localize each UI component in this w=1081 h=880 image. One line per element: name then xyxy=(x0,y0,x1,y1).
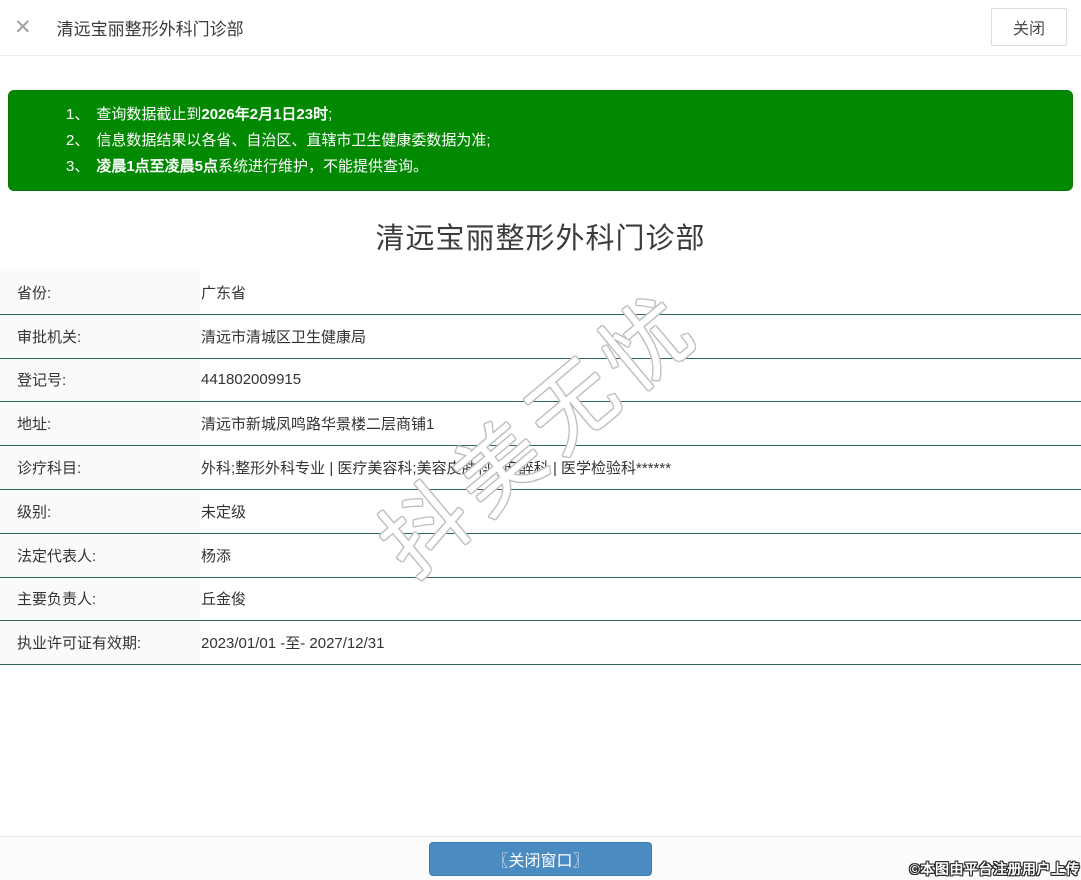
table-row: 审批机关: 清远市清城区卫生健康局 xyxy=(0,314,1081,359)
window-title: 清远宝丽整形外科门诊部 xyxy=(56,20,244,39)
field-label: 诊疗科目: xyxy=(0,446,200,489)
table-row: 主要负责人: 丘金俊 xyxy=(0,577,1081,622)
field-value: 未定级 xyxy=(200,489,1081,533)
field-value: 广东省 xyxy=(200,271,1081,314)
notice-text: 查询数据截止到 xyxy=(96,106,202,123)
field-label: 登记号: xyxy=(0,358,200,402)
close-window-button[interactable]: 〖关闭窗口〗 xyxy=(429,841,652,876)
table-row: 法定代表人: 杨添 xyxy=(0,533,1081,578)
info-table: 省份: 广东省 审批机关: 清远市清城区卫生健康局 登记号: 441802009… xyxy=(0,271,1081,666)
field-value: 杨添 xyxy=(200,533,1081,577)
notice-line-2: 2、 信息数据结果以各省、自治区、直辖市卫生健康委数据为准; xyxy=(66,128,1052,154)
notice-text: ; xyxy=(328,106,333,123)
table-row: 登记号: 441802009915 xyxy=(0,358,1081,403)
close-icon[interactable]: ✕ xyxy=(14,17,32,38)
field-label: 级别: xyxy=(0,489,200,533)
field-value: 丘金俊 xyxy=(200,577,1081,621)
field-value: 外科;整形外科专业 | 医疗美容科;美容皮肤科 | 麻醉科 | 医学检验科***… xyxy=(200,446,1081,489)
field-label: 法定代表人: xyxy=(0,533,200,577)
field-label: 主要负责人: xyxy=(0,577,200,621)
field-value: 清远市新城凤鸣路华景楼二层商铺1 xyxy=(200,402,1081,446)
notice-number: 3、 xyxy=(66,158,90,175)
notice-box: 1、 查询数据截止到2026年2月1日23时; 2、 信息数据结果以各省、自治区、直… xyxy=(8,90,1073,191)
table-row: 省份: 广东省 xyxy=(0,271,1081,315)
table-row: 地址: 清远市新城凤鸣路华景楼二层商铺1 xyxy=(0,402,1081,447)
notice-line-3: 3、 凌晨1点至凌晨5点系统进行维护，不能提供查询。 xyxy=(66,154,1052,180)
top-bar: ✕ 清远宝丽整形外科门诊部 关闭 xyxy=(0,0,1081,56)
notice-bold-text: 凌晨1点至凌晨5点 xyxy=(96,158,219,175)
field-value: 2023/01/01 -至- 2027/12/31 xyxy=(200,621,1081,665)
notice-bold-text: 2026年2月1日23时 xyxy=(201,106,329,123)
header-close-button[interactable]: 关闭 xyxy=(990,8,1067,46)
table-row: 级别: 未定级 xyxy=(0,489,1081,534)
page-title: 清远宝丽整形外科门诊部 xyxy=(375,223,706,255)
field-label: 审批机关: xyxy=(0,314,200,358)
table-row: 执业许可证有效期: 2023/01/01 -至- 2027/12/31 xyxy=(0,621,1081,666)
field-label: 省份: xyxy=(0,271,200,314)
field-label: 执业许可证有效期: xyxy=(0,621,200,665)
notice-text: 信息数据结果以各省、自治区、直辖市卫生健康委数据为准; xyxy=(96,132,491,149)
field-value: 441802009915 xyxy=(200,358,1081,402)
field-value: 清远市清城区卫生健康局 xyxy=(200,314,1081,358)
field-label: 地址: xyxy=(0,402,200,446)
notice-number: 1、 xyxy=(66,106,90,123)
table-row: 诊疗科目: 外科;整形外科专业 | 医疗美容科;美容皮肤科 | 麻醉科 | 医学… xyxy=(0,446,1081,490)
upload-credit-watermark: ©本图由平台注册用户上传 xyxy=(909,861,1080,877)
notice-number: 2、 xyxy=(66,132,90,149)
notice-line-1: 1、 查询数据截止到2026年2月1日23时; xyxy=(66,102,1052,128)
notice-text: 系统进行维护，不能提供查询。 xyxy=(218,158,429,175)
